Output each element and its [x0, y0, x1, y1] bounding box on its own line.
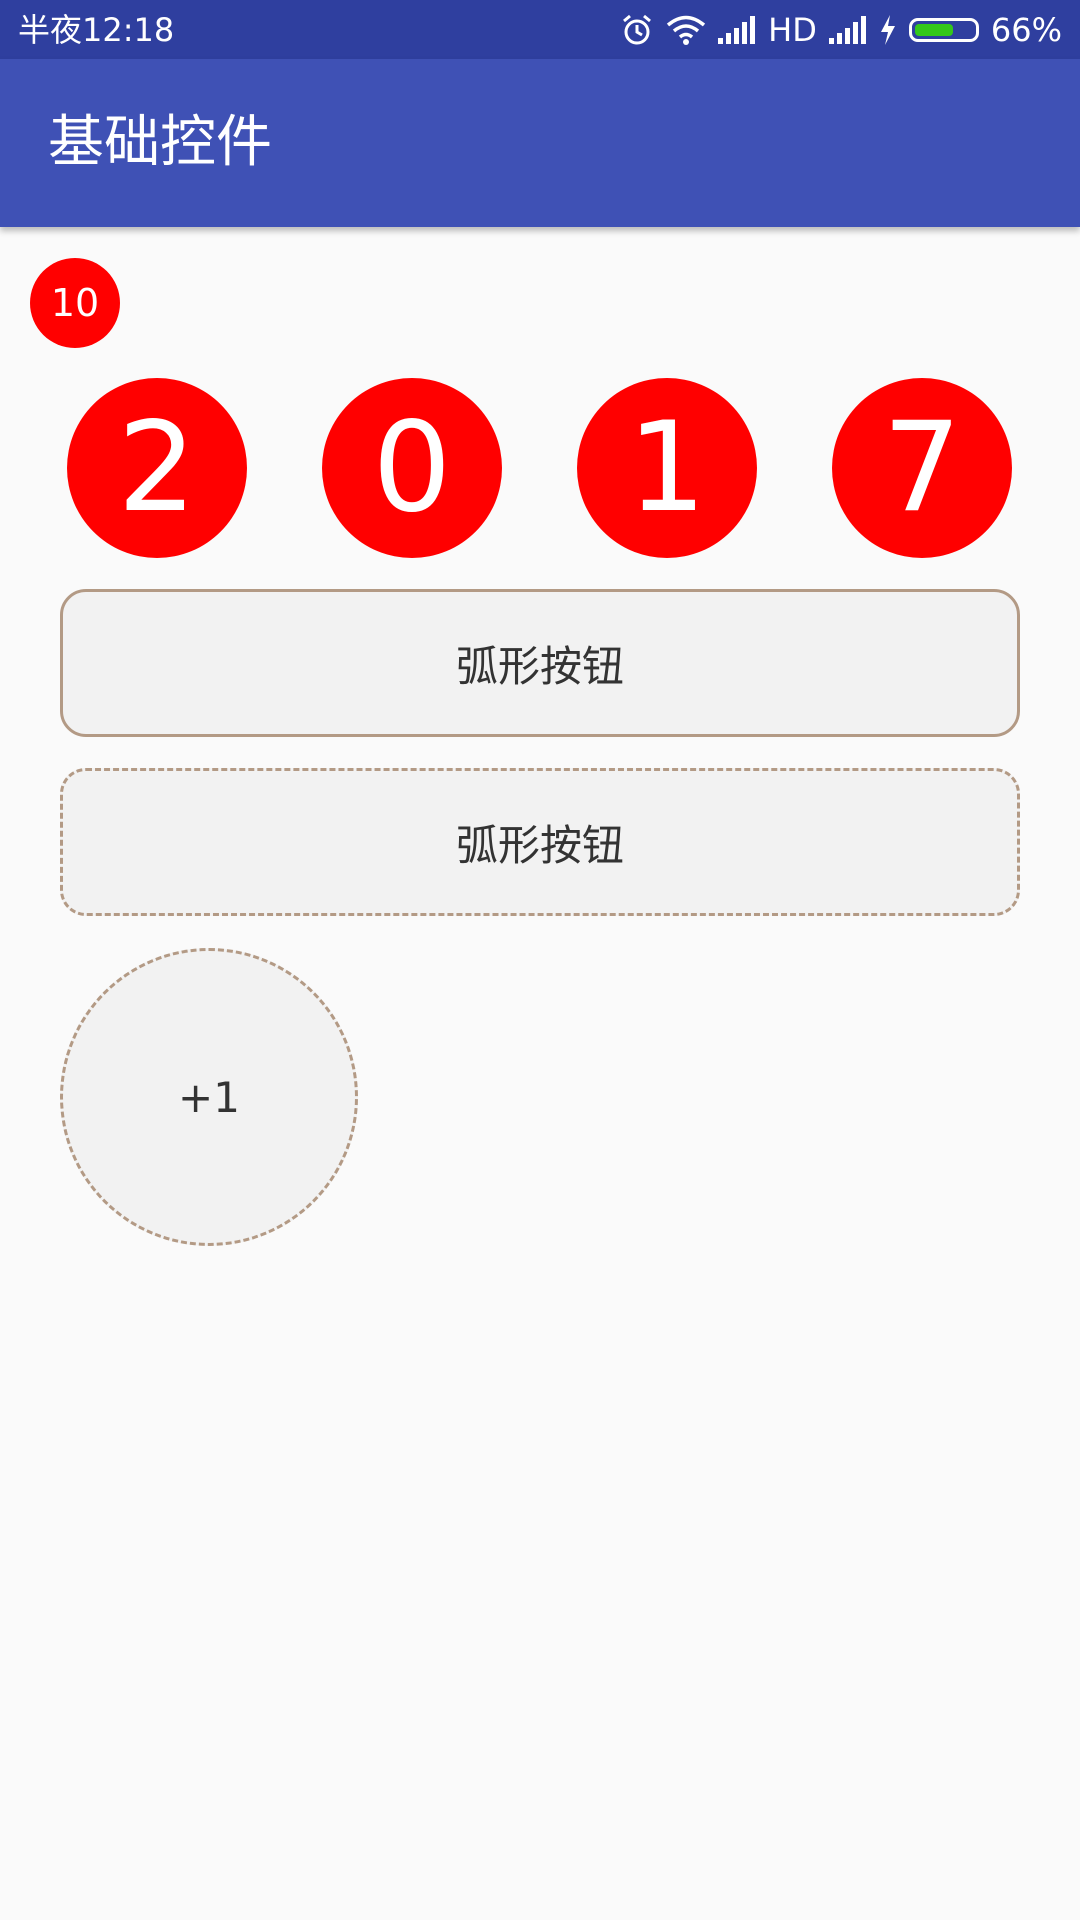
charging-icon	[879, 15, 897, 45]
alarm-icon	[620, 13, 654, 47]
year-digit-badge: 0	[322, 378, 502, 558]
arc-button-solid[interactable]: 弧形按钮	[60, 589, 1020, 737]
battery-icon	[908, 18, 979, 42]
arc-button-dashed[interactable]: 弧形按钮	[60, 768, 1020, 916]
wifi-icon	[666, 14, 706, 46]
status-time: 半夜12:18	[18, 11, 175, 49]
signal-icon	[718, 16, 756, 44]
year-digit-badge: 7	[832, 378, 1012, 558]
count-badge: 10	[30, 258, 120, 348]
year-digit-badge: 1	[577, 378, 757, 558]
battery-percent: 66%	[990, 11, 1062, 49]
status-bar: 半夜12:18 HD 66%	[0, 0, 1080, 59]
year-digit-badge: 2	[67, 378, 247, 558]
battery-level-fill	[914, 24, 953, 36]
status-icons: HD 66%	[620, 10, 1062, 50]
page-title: 基础控件	[48, 110, 272, 175]
app-bar: 基础控件	[0, 59, 1080, 227]
signal-icon	[828, 16, 867, 44]
plus-one-button[interactable]: +1	[60, 948, 358, 1246]
network-label: HD	[768, 11, 817, 49]
